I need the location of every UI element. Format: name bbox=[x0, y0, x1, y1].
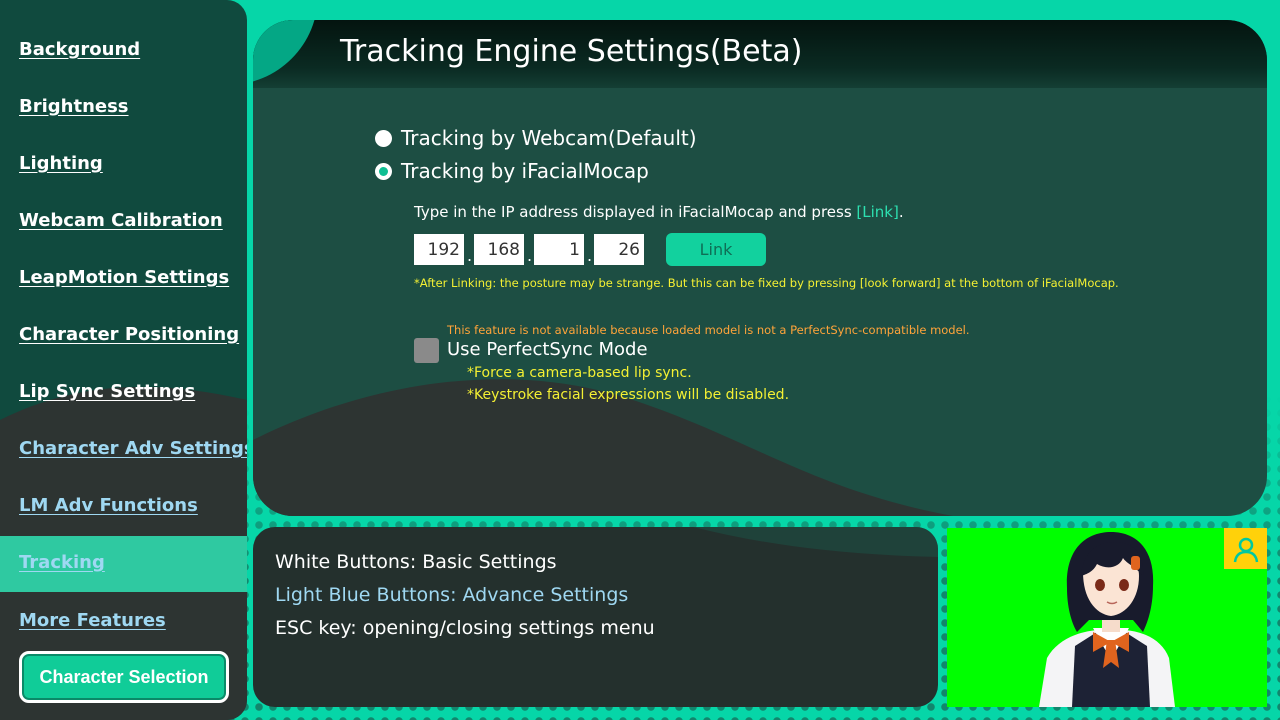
sidebar-item-character-adv-settings[interactable]: Character Adv Settings bbox=[19, 438, 247, 459]
sidebar-item-tracking[interactable]: Tracking bbox=[19, 552, 105, 573]
link-button[interactable]: Link bbox=[666, 233, 766, 266]
info-basic-settings: White Buttons: Basic Settings bbox=[275, 551, 557, 573]
ip-instruction: Type in the IP address displayed in iFac… bbox=[414, 203, 904, 221]
sidebar-item-lm-adv-functions[interactable]: LM Adv Functions bbox=[19, 495, 198, 516]
ip-octet-2-input[interactable] bbox=[474, 234, 524, 265]
sidebar-item-lighting[interactable]: Lighting bbox=[19, 153, 103, 174]
help-info-panel: White Buttons: Basic Settings Light Blue… bbox=[253, 527, 938, 707]
ip-octet-4-input[interactable] bbox=[594, 234, 644, 265]
perfectsync-warning: This feature is not available because lo… bbox=[447, 323, 970, 337]
instruction-text: Type in the IP address displayed in iFac… bbox=[414, 203, 857, 221]
radio-button-selected-icon[interactable] bbox=[375, 162, 392, 180]
radio-button-icon[interactable] bbox=[375, 129, 392, 147]
person-silhouette-icon[interactable] bbox=[1224, 528, 1267, 569]
ip-octet-1-input[interactable] bbox=[414, 234, 464, 265]
settings-sidebar: Background Brightness Lighting Webcam Ca… bbox=[0, 0, 247, 720]
sidebar-item-character-positioning[interactable]: Character Positioning bbox=[19, 324, 239, 345]
ip-separator: . bbox=[527, 246, 533, 265]
sidebar-item-webcam-calibration[interactable]: Webcam Calibration bbox=[19, 210, 223, 231]
character-avatar-icon bbox=[1039, 532, 1175, 707]
instruction-suffix: . bbox=[898, 203, 904, 221]
sidebar-item-more-features[interactable]: More Features bbox=[19, 610, 166, 631]
radio-tracking-webcam[interactable]: Tracking by Webcam(Default) bbox=[375, 126, 697, 150]
perfectsync-note-keystroke: *Keystroke facial expressions will be di… bbox=[467, 387, 790, 403]
perfectsync-label: Use PerfectSync Mode bbox=[447, 339, 648, 360]
ip-octet-3-input[interactable] bbox=[534, 234, 584, 265]
tracking-settings-panel: Tracking Engine Settings(Beta) Tracking … bbox=[253, 20, 1267, 516]
character-preview bbox=[947, 528, 1267, 707]
sidebar-item-lip-sync-settings[interactable]: Lip Sync Settings bbox=[19, 381, 195, 402]
perfectsync-checkbox[interactable] bbox=[414, 338, 439, 363]
radio-label-webcam: Tracking by Webcam(Default) bbox=[401, 126, 697, 150]
instruction-link-text: [Link] bbox=[856, 203, 899, 221]
info-advance-settings: Light Blue Buttons: Advance Settings bbox=[275, 584, 629, 606]
perfectsync-note-lipsync: *Force a camera-based lip sync. bbox=[467, 365, 692, 381]
radio-tracking-ifacialmocap[interactable]: Tracking by iFacialMocap bbox=[375, 159, 649, 183]
sidebar-item-brightness[interactable]: Brightness bbox=[19, 96, 129, 117]
sidebar-item-leapmotion-settings[interactable]: LeapMotion Settings bbox=[19, 267, 229, 288]
character-selection-button[interactable]: Character Selection bbox=[19, 651, 229, 703]
after-link-note: *After Linking: the posture may be stran… bbox=[414, 276, 1119, 290]
panel-wave-decoration bbox=[253, 379, 953, 516]
sidebar-item-background[interactable]: Background bbox=[19, 39, 140, 60]
ip-separator: . bbox=[467, 246, 473, 265]
page-title: Tracking Engine Settings(Beta) bbox=[340, 34, 803, 69]
ip-separator: . bbox=[587, 246, 593, 265]
info-esc-key: ESC key: opening/closing settings menu bbox=[275, 617, 655, 639]
radio-label-ifacialmocap: Tracking by iFacialMocap bbox=[401, 159, 649, 183]
